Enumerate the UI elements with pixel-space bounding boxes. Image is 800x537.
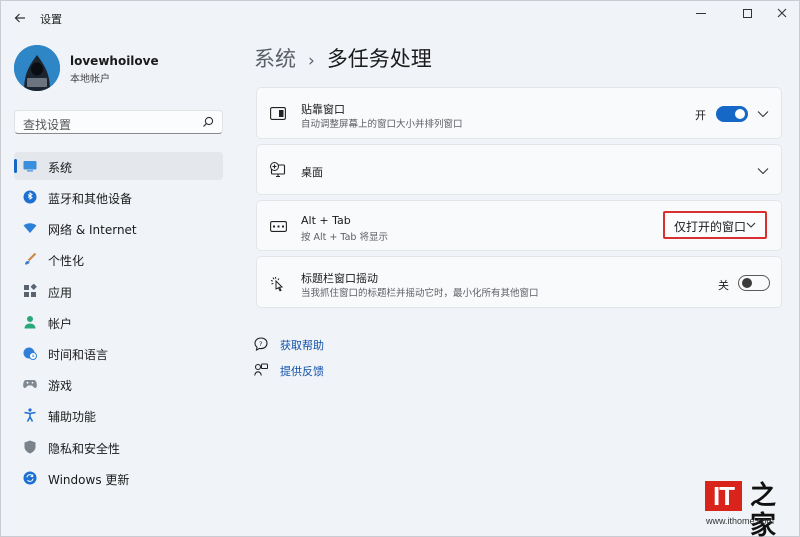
alt-tab-card: Alt + Tab 按 Alt + Tab 将显示 仅打开的窗口 xyxy=(256,200,782,251)
sidebar-item-label: 帐户 xyxy=(48,317,73,331)
avatar[interactable] xyxy=(14,45,60,91)
maximize-button[interactable] xyxy=(728,1,766,25)
snap-description: 自动调整屏幕上的窗口大小并排列窗口 xyxy=(301,119,463,130)
user-name: lovewhoilove xyxy=(70,54,159,68)
sidebar-item-label: 时间和语言 xyxy=(48,348,109,362)
give-feedback-label[interactable]: 提供反馈 xyxy=(280,363,324,379)
sidebar-item-apps[interactable]: 应用 xyxy=(14,277,223,305)
search-input[interactable]: 查找设置 xyxy=(23,116,71,133)
sidebar-item-label: 系统 xyxy=(48,161,73,175)
close-icon xyxy=(777,8,787,18)
brush-icon xyxy=(23,252,37,266)
wifi-icon xyxy=(23,221,37,235)
snap-title: 贴靠窗口 xyxy=(301,103,345,116)
page-title: 多任务处理 xyxy=(326,47,432,71)
globe-clock-icon xyxy=(23,346,37,360)
sidebar-item-label: 蓝牙和其他设备 xyxy=(48,192,133,206)
sidebar-item-personalization[interactable]: 个性化 xyxy=(14,245,223,273)
toggle-knob xyxy=(735,109,745,119)
minimize-icon xyxy=(696,12,706,14)
sidebar-item-network[interactable]: 网络 & Internet xyxy=(14,214,223,242)
breadcrumb-parent[interactable]: 系统 xyxy=(254,47,296,71)
watermark-url: www.ithome.com xyxy=(706,516,775,526)
apps-icon xyxy=(23,284,37,298)
close-button[interactable] xyxy=(763,1,800,25)
gamepad-icon xyxy=(23,377,37,391)
get-help-link[interactable]: ? 获取帮助 xyxy=(254,336,344,354)
sidebar-item-accessibility[interactable]: 辅助功能 xyxy=(14,401,223,429)
shake-description: 当我抓住窗口的标题栏并摇动它时，最小化所有其他窗口 xyxy=(301,288,539,299)
shield-icon xyxy=(23,440,37,454)
update-icon xyxy=(23,471,37,485)
feedback-icon xyxy=(254,363,268,376)
alt-tab-description: 按 Alt + Tab 将显示 xyxy=(301,232,388,243)
give-feedback-link[interactable]: 提供反馈 xyxy=(254,362,344,380)
person-icon xyxy=(23,315,37,329)
settings-window: 设置 lovewhoilove 本地帐户 查找设置 系统 蓝牙和其他设备 网络 … xyxy=(0,0,800,537)
snap-windows-card[interactable]: 贴靠窗口 自动调整屏幕上的窗口大小并排列窗口 开 xyxy=(256,87,782,139)
selection-indicator xyxy=(14,159,17,173)
help-icon: ? xyxy=(254,337,268,351)
ithome-logo-it: IT xyxy=(705,481,742,511)
breadcrumb: 系统 › 多任务处理 xyxy=(254,43,432,73)
desktop-add-icon xyxy=(269,162,287,178)
desktops-card[interactable]: 桌面 xyxy=(256,144,782,195)
sidebar-item-label: 游戏 xyxy=(48,379,73,393)
snap-layout-icon xyxy=(269,105,287,121)
sidebar-item-gaming[interactable]: 游戏 xyxy=(14,370,223,398)
shake-cursor-icon xyxy=(269,276,287,292)
get-help-label[interactable]: 获取帮助 xyxy=(280,337,324,353)
breadcrumb-separator: › xyxy=(308,51,315,71)
sidebar-item-privacy[interactable]: 隐私和安全性 xyxy=(14,433,223,461)
accessibility-icon xyxy=(23,408,37,422)
snap-toggle-state: 开 xyxy=(695,109,706,122)
title-bar: 设置 xyxy=(1,1,799,35)
back-button[interactable] xyxy=(9,8,31,28)
alt-tab-dropdown[interactable]: 仅打开的窗口 xyxy=(663,211,767,239)
sidebar-item-label: 个性化 xyxy=(48,254,85,268)
search-box[interactable]: 查找设置 xyxy=(14,110,223,134)
bluetooth-icon xyxy=(23,190,37,204)
ithome-logo: IT 之家 xyxy=(705,481,783,537)
sidebar-item-windows-update[interactable]: Windows 更新 xyxy=(14,464,223,492)
desktops-title: 桌面 xyxy=(301,166,323,179)
chevron-down-icon[interactable] xyxy=(757,110,769,118)
toggle-knob xyxy=(742,278,752,288)
shake-title: 标题栏窗口摇动 xyxy=(301,272,378,285)
minimize-button[interactable] xyxy=(682,1,720,25)
keyboard-icon xyxy=(269,218,287,234)
alt-tab-title: Alt + Tab xyxy=(301,214,351,227)
sidebar-item-label: 应用 xyxy=(48,286,73,300)
search-icon[interactable] xyxy=(202,116,214,128)
sidebar-item-label: 网络 & Internet xyxy=(48,223,137,237)
sidebar-item-time-language[interactable]: 时间和语言 xyxy=(14,339,223,367)
sidebar-item-label: 隐私和安全性 xyxy=(48,442,121,456)
system-icon xyxy=(23,159,37,173)
ithome-logo-glyph: 之家 xyxy=(750,481,777,537)
back-arrow-icon xyxy=(14,13,25,23)
shake-toggle[interactable] xyxy=(738,275,770,291)
window-title: 设置 xyxy=(40,13,62,26)
chevron-down-icon xyxy=(746,222,756,228)
account-type: 本地帐户 xyxy=(70,74,110,85)
sidebar-item-bluetooth[interactable]: 蓝牙和其他设备 xyxy=(14,183,223,211)
shake-toggle-state: 关 xyxy=(718,279,729,292)
title-bar-shake-card: 标题栏窗口摇动 当我抓住窗口的标题栏并摇动它时，最小化所有其他窗口 关 xyxy=(256,256,782,308)
hacker-avatar-icon xyxy=(14,45,60,91)
maximize-icon xyxy=(742,8,752,18)
dropdown-selected-value: 仅打开的窗口 xyxy=(674,220,747,234)
snap-toggle[interactable] xyxy=(716,106,748,122)
sidebar-item-accounts[interactable]: 帐户 xyxy=(14,308,223,336)
sidebar-item-label: Windows 更新 xyxy=(48,473,130,487)
svg-text:?: ? xyxy=(259,340,262,348)
sidebar-item-label: 辅助功能 xyxy=(48,410,97,424)
sidebar-item-system[interactable]: 系统 xyxy=(14,152,223,180)
chevron-down-icon[interactable] xyxy=(757,167,769,175)
